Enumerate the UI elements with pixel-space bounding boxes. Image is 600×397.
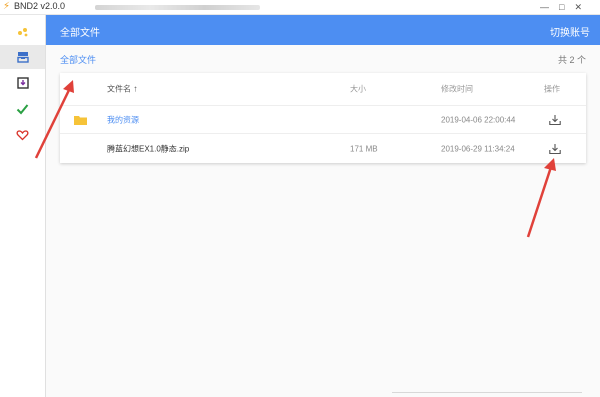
switch-account-button[interactable]: 切换账号: [550, 24, 590, 39]
folder-name-link[interactable]: 我的资源: [107, 115, 139, 126]
row-modified: 2019-06-29 11:34:24: [441, 144, 515, 153]
heart-icon: [16, 130, 29, 141]
logo-dots-icon: [17, 28, 27, 37]
top-bar: 全部文件 切换账号: [46, 15, 600, 45]
sort-up-arrow-icon: ↑: [133, 83, 138, 94]
column-header-modified: 修改时间: [441, 84, 473, 94]
download-icon[interactable]: [549, 115, 561, 126]
table-row[interactable]: 我的资源 2019-04-06 22:00:44: [60, 105, 586, 134]
window-titlebar: ⚡ BND2 v2.0.0 —□✕: [0, 0, 600, 15]
check-icon: [16, 104, 29, 115]
window-title: BND2 v2.0.0: [14, 1, 66, 11]
sidebar-item-files[interactable]: [0, 45, 45, 69]
download-box-icon: [16, 77, 29, 89]
sidebar-item-downloads[interactable]: [0, 71, 45, 95]
download-icon[interactable]: [549, 143, 561, 154]
file-table: 文件名 ↑ 大小 修改时间 操作 我的资源 2019-04-06 22:00:4…: [60, 73, 586, 163]
scrollbar-track[interactable]: [392, 392, 582, 393]
blurred-path-text: [95, 5, 260, 10]
page-title: 全部文件: [60, 28, 100, 39]
row-size: 171 MB: [350, 144, 378, 153]
sidebar-item-logo[interactable]: [0, 19, 45, 43]
table-row[interactable]: 腾蓝幻想EX1.0静态.zip 171 MB 2019-06-29 11:34:…: [60, 133, 586, 163]
sidebar-item-favorites[interactable]: [0, 123, 45, 147]
files-icon: [16, 52, 29, 63]
column-header-size: 大小: [350, 84, 366, 94]
row-modified: 2019-04-06 22:00:44: [441, 115, 516, 125]
folder-icon: [74, 116, 87, 125]
file-name[interactable]: 腾蓝幻想EX1.0静态.zip: [107, 143, 189, 154]
column-header-actions: 操作: [544, 84, 560, 94]
sidebar-item-completed[interactable]: [0, 97, 45, 121]
window-controls[interactable]: —□✕: [540, 2, 592, 13]
main-content: 全部文件 共 2 个 文件名 ↑ 大小 修改时间 操作 我的资源 2019-04…: [46, 45, 600, 397]
item-count: 共 2 个: [557, 55, 586, 65]
app-bolt-icon: ⚡: [3, 1, 11, 12]
breadcrumb[interactable]: 全部文件: [60, 53, 96, 66]
column-header-name[interactable]: 文件名 ↑: [107, 84, 138, 95]
sidebar: [0, 15, 46, 397]
table-header: 文件名 ↑ 大小 修改时间 操作: [60, 73, 586, 105]
